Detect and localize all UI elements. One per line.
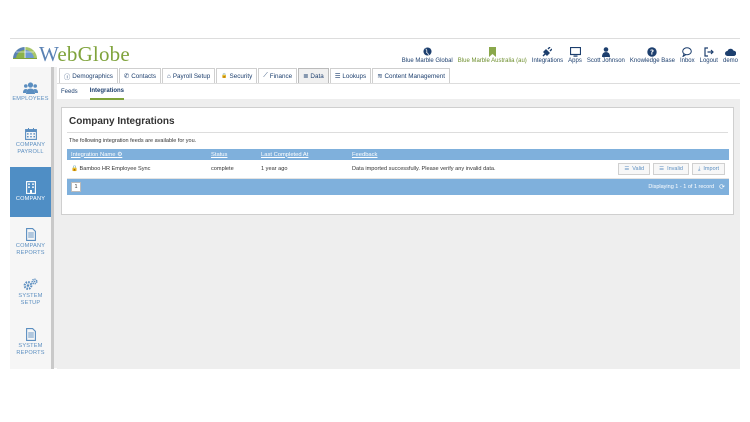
globe-logo-icon (12, 44, 38, 64)
tab-payroll-setup[interactable]: ⌂ Payroll Setup (162, 68, 216, 83)
topnav-demo[interactable]: demo (723, 46, 738, 64)
topnav-integrations[interactable]: Integrations (532, 46, 563, 64)
phone-icon: ✆ (123, 72, 130, 80)
top-navigation: Blue Marble Global Blue Marble Australia… (402, 42, 738, 64)
tab-data[interactable]: ≣ Data (298, 68, 329, 83)
topnav-blue-marble-global[interactable]: Blue Marble Global (402, 46, 453, 64)
column-header-status[interactable]: Status (207, 152, 257, 158)
tab-contacts[interactable]: ✆ Contacts (118, 68, 162, 83)
monitor-icon (569, 46, 581, 57)
bank-icon: ⌂ (167, 72, 171, 80)
topnav-blue-marble-australia[interactable]: Blue Marble Australia (au) (458, 46, 527, 64)
webglobe-logo[interactable]: WebGlobe (12, 42, 130, 66)
topnav-knowledge-base[interactable]: ? Knowledge Base (630, 46, 675, 64)
grid-header: Integration Name ⚙ Status Last Completed… (67, 149, 729, 160)
report-icon (25, 227, 36, 241)
users-icon (23, 81, 38, 94)
section-tabs: ⓘ Demographics ✆ Contacts ⌂ Payroll Setup 🔒… (57, 67, 740, 83)
app-window: WebGlobe Blue Marble Global Blue Marble … (10, 38, 740, 369)
calendar-icon (24, 128, 37, 140)
topnav-logout[interactable]: Logout (700, 46, 718, 64)
column-header-integration-name[interactable]: Integration Name ⚙ (67, 152, 207, 158)
tab-lookups[interactable]: ☰ Lookups (329, 68, 372, 83)
subtab-integrations[interactable]: Integrations (89, 84, 125, 100)
sub-tabs: Feeds Integrations (57, 83, 740, 100)
bookmark-icon (488, 46, 496, 57)
tab-demographics[interactable]: ⓘ Demographics (59, 68, 118, 83)
tab-finance[interactable]: ⟋ Finance (258, 68, 298, 83)
sidebar: EMPLOYEES COMPANY PAYROLL COMPANY COMPANY… (10, 67, 54, 369)
list-icon: ☰ (334, 72, 341, 80)
integration-status: complete (211, 166, 234, 172)
table-row: 🔒 Bamboo HR Employee Sync complete 1 yea… (67, 160, 729, 179)
database-icon: ≣ (303, 72, 309, 80)
valid-button[interactable]: ☰ Valid (618, 163, 651, 175)
report-icon (25, 327, 36, 341)
logout-icon (704, 46, 714, 57)
user-icon (601, 46, 610, 57)
divider (67, 132, 728, 133)
chat-icon (682, 46, 693, 57)
sidebar-item-company-payroll[interactable]: COMPANY PAYROLL (10, 117, 51, 167)
building-icon (25, 181, 36, 194)
sidebar-item-system-reports[interactable]: SYSTEM REPORTS (10, 317, 51, 367)
question-icon: ? (647, 46, 658, 57)
lock-icon: 🔒 (221, 73, 228, 79)
invalid-button[interactable]: ☰ Invalid (653, 163, 689, 175)
header: WebGlobe Blue Marble Global Blue Marble … (10, 39, 740, 67)
panel-title: Company Integrations (69, 116, 175, 127)
chart-icon: ⟋ (263, 72, 268, 79)
gears-icon (23, 277, 38, 290)
rss-icon: ≋ (377, 72, 383, 80)
plug-icon (542, 46, 553, 56)
download-icon: ⤓ (697, 165, 701, 172)
tab-security[interactable]: 🔒 Security (216, 68, 258, 83)
integration-name: Bamboo HR Employee Sync (79, 166, 151, 172)
sidebar-item-employees[interactable]: EMPLOYEES (10, 67, 51, 117)
main-content: ⓘ Demographics ✆ Contacts ⌂ Payroll Setup 🔒… (57, 67, 740, 369)
globe-icon (423, 47, 432, 56)
column-header-feedback[interactable]: Feedback (348, 152, 729, 158)
row-actions: ☰ Valid ☰ Invalid ⤓ Import (618, 163, 725, 175)
topnav-user[interactable]: Scott Johnson (587, 46, 625, 64)
topnav-inbox[interactable]: Inbox (680, 46, 695, 64)
list-icon: ☰ (624, 166, 630, 172)
import-button[interactable]: ⤓ Import (691, 163, 725, 175)
company-integrations-panel: Company Integrations The following integ… (61, 107, 734, 215)
grid-footer: 1 Displaying 1 - 1 of 1 record ⟳ (67, 179, 729, 195)
refresh-icon[interactable]: ⟳ (719, 183, 725, 191)
panel-description: The following integration feeds are avai… (69, 138, 197, 144)
display-count: Displaying 1 - 1 of 1 record (648, 184, 715, 190)
page-number-button[interactable]: 1 (71, 182, 81, 192)
subtab-feeds[interactable]: Feeds (61, 84, 78, 100)
sidebar-item-system-setup[interactable]: SYSTEM SETUP (10, 267, 51, 317)
logo-text: WebGlobe (39, 41, 130, 66)
svg-text:?: ? (650, 48, 654, 56)
cloud-icon (724, 48, 736, 56)
integrations-grid: Integration Name ⚙ Status Last Completed… (67, 149, 729, 195)
settings-icon: ⚙ (117, 151, 123, 158)
integration-last-completed: 1 year ago (261, 166, 288, 172)
sidebar-item-company-reports[interactable]: COMPANY REPORTS (10, 217, 51, 267)
tab-content-management[interactable]: ≋ Content Management (372, 68, 451, 83)
column-header-last-completed[interactable]: Last Completed At (257, 152, 348, 158)
topnav-apps[interactable]: Apps (568, 46, 582, 64)
lock-icon: 🔒 (71, 166, 78, 172)
info-icon: ⓘ (64, 73, 71, 81)
sidebar-item-company[interactable]: COMPANY (10, 167, 51, 217)
list-icon: ☰ (659, 166, 665, 172)
